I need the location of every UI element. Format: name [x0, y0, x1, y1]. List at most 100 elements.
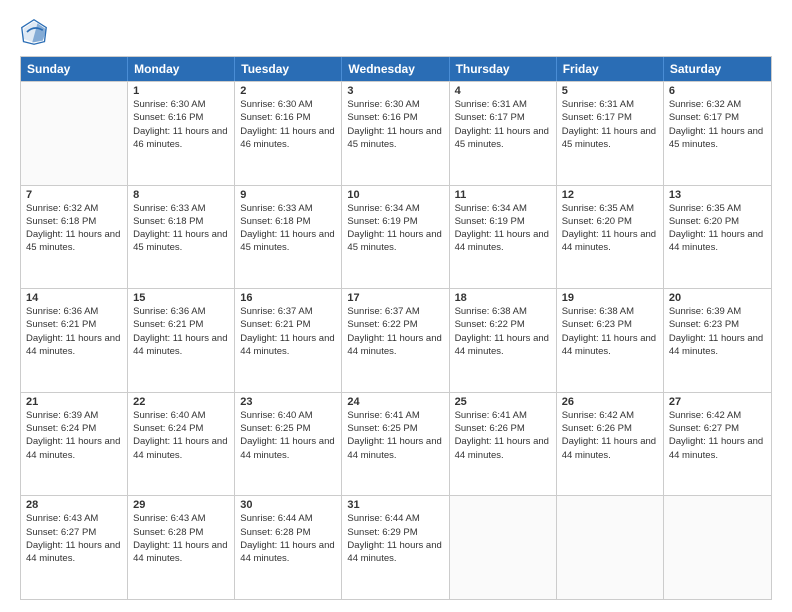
calendar-cell: 16Sunrise: 6:37 AMSunset: 6:21 PMDayligh…	[235, 289, 342, 392]
calendar-cell: 15Sunrise: 6:36 AMSunset: 6:21 PMDayligh…	[128, 289, 235, 392]
day-number: 12	[562, 189, 658, 201]
cell-info: Sunrise: 6:44 AMSunset: 6:28 PMDaylight:…	[240, 512, 336, 565]
calendar-cell: 17Sunrise: 6:37 AMSunset: 6:22 PMDayligh…	[342, 289, 449, 392]
cell-info: Sunrise: 6:31 AMSunset: 6:17 PMDaylight:…	[562, 98, 658, 151]
cell-info: Sunrise: 6:30 AMSunset: 6:16 PMDaylight:…	[240, 98, 336, 151]
calendar-cell: 1Sunrise: 6:30 AMSunset: 6:16 PMDaylight…	[128, 82, 235, 185]
calendar-row-2: 14Sunrise: 6:36 AMSunset: 6:21 PMDayligh…	[21, 288, 771, 392]
calendar-cell: 8Sunrise: 6:33 AMSunset: 6:18 PMDaylight…	[128, 186, 235, 289]
cell-info: Sunrise: 6:38 AMSunset: 6:22 PMDaylight:…	[455, 305, 551, 358]
calendar-row-4: 28Sunrise: 6:43 AMSunset: 6:27 PMDayligh…	[21, 495, 771, 599]
day-number: 15	[133, 292, 229, 304]
cell-info: Sunrise: 6:34 AMSunset: 6:19 PMDaylight:…	[455, 202, 551, 255]
day-of-week-monday: Monday	[128, 57, 235, 81]
day-number: 24	[347, 396, 443, 408]
calendar-cell: 6Sunrise: 6:32 AMSunset: 6:17 PMDaylight…	[664, 82, 771, 185]
day-number: 23	[240, 396, 336, 408]
cell-info: Sunrise: 6:41 AMSunset: 6:25 PMDaylight:…	[347, 409, 443, 462]
cell-info: Sunrise: 6:33 AMSunset: 6:18 PMDaylight:…	[133, 202, 229, 255]
calendar-cell: 3Sunrise: 6:30 AMSunset: 6:16 PMDaylight…	[342, 82, 449, 185]
calendar-cell: 10Sunrise: 6:34 AMSunset: 6:19 PMDayligh…	[342, 186, 449, 289]
cell-info: Sunrise: 6:35 AMSunset: 6:20 PMDaylight:…	[669, 202, 766, 255]
cell-info: Sunrise: 6:40 AMSunset: 6:25 PMDaylight:…	[240, 409, 336, 462]
day-number: 30	[240, 499, 336, 511]
calendar-cell: 21Sunrise: 6:39 AMSunset: 6:24 PMDayligh…	[21, 393, 128, 496]
cell-info: Sunrise: 6:37 AMSunset: 6:22 PMDaylight:…	[347, 305, 443, 358]
calendar-cell: 22Sunrise: 6:40 AMSunset: 6:24 PMDayligh…	[128, 393, 235, 496]
day-number: 14	[26, 292, 122, 304]
calendar-cell	[664, 496, 771, 599]
day-of-week-saturday: Saturday	[664, 57, 771, 81]
day-number: 28	[26, 499, 122, 511]
cell-info: Sunrise: 6:42 AMSunset: 6:26 PMDaylight:…	[562, 409, 658, 462]
calendar-row-3: 21Sunrise: 6:39 AMSunset: 6:24 PMDayligh…	[21, 392, 771, 496]
day-number: 1	[133, 85, 229, 97]
calendar-cell: 20Sunrise: 6:39 AMSunset: 6:23 PMDayligh…	[664, 289, 771, 392]
calendar-cell: 7Sunrise: 6:32 AMSunset: 6:18 PMDaylight…	[21, 186, 128, 289]
cell-info: Sunrise: 6:43 AMSunset: 6:28 PMDaylight:…	[133, 512, 229, 565]
calendar-header: SundayMondayTuesdayWednesdayThursdayFrid…	[21, 57, 771, 81]
day-number: 31	[347, 499, 443, 511]
calendar-cell: 27Sunrise: 6:42 AMSunset: 6:27 PMDayligh…	[664, 393, 771, 496]
day-number: 19	[562, 292, 658, 304]
day-of-week-sunday: Sunday	[21, 57, 128, 81]
calendar-cell	[450, 496, 557, 599]
cell-info: Sunrise: 6:32 AMSunset: 6:17 PMDaylight:…	[669, 98, 766, 151]
page: SundayMondayTuesdayWednesdayThursdayFrid…	[0, 0, 792, 612]
calendar-cell: 18Sunrise: 6:38 AMSunset: 6:22 PMDayligh…	[450, 289, 557, 392]
cell-info: Sunrise: 6:37 AMSunset: 6:21 PMDaylight:…	[240, 305, 336, 358]
day-number: 26	[562, 396, 658, 408]
calendar: SundayMondayTuesdayWednesdayThursdayFrid…	[20, 56, 772, 600]
day-number: 22	[133, 396, 229, 408]
calendar-cell: 5Sunrise: 6:31 AMSunset: 6:17 PMDaylight…	[557, 82, 664, 185]
day-number: 9	[240, 189, 336, 201]
calendar-cell: 4Sunrise: 6:31 AMSunset: 6:17 PMDaylight…	[450, 82, 557, 185]
calendar-cell	[21, 82, 128, 185]
calendar-cell: 13Sunrise: 6:35 AMSunset: 6:20 PMDayligh…	[664, 186, 771, 289]
day-of-week-thursday: Thursday	[450, 57, 557, 81]
cell-info: Sunrise: 6:41 AMSunset: 6:26 PMDaylight:…	[455, 409, 551, 462]
day-number: 2	[240, 85, 336, 97]
logo	[20, 18, 52, 46]
cell-info: Sunrise: 6:34 AMSunset: 6:19 PMDaylight:…	[347, 202, 443, 255]
calendar-row-1: 7Sunrise: 6:32 AMSunset: 6:18 PMDaylight…	[21, 185, 771, 289]
cell-info: Sunrise: 6:31 AMSunset: 6:17 PMDaylight:…	[455, 98, 551, 151]
day-number: 20	[669, 292, 766, 304]
day-number: 29	[133, 499, 229, 511]
calendar-body: 1 Sunrise: 6:30 AMSunset: 6:16 PMDaylight…	[21, 81, 771, 599]
header	[20, 18, 772, 46]
logo-icon	[20, 18, 48, 46]
cell-info: Sunrise: 6:39 AMSunset: 6:23 PMDaylight:…	[669, 305, 766, 358]
day-number: 13	[669, 189, 766, 201]
calendar-cell: 23Sunrise: 6:40 AMSunset: 6:25 PMDayligh…	[235, 393, 342, 496]
cell-info: Sunrise: 6:44 AMSunset: 6:29 PMDaylight:…	[347, 512, 443, 565]
cell-info: Sunrise: 6:39 AMSunset: 6:24 PMDaylight:…	[26, 409, 122, 462]
day-number: 8	[133, 189, 229, 201]
cell-info: Sunrise: 6:32 AMSunset: 6:18 PMDaylight:…	[26, 202, 122, 255]
calendar-cell: 24Sunrise: 6:41 AMSunset: 6:25 PMDayligh…	[342, 393, 449, 496]
cell-info: Sunrise: 6:36 AMSunset: 6:21 PMDaylight:…	[133, 305, 229, 358]
calendar-cell: 28Sunrise: 6:43 AMSunset: 6:27 PMDayligh…	[21, 496, 128, 599]
day-number: 7	[26, 189, 122, 201]
day-number: 27	[669, 396, 766, 408]
cell-info: Sunrise: 6:43 AMSunset: 6:27 PMDaylight:…	[26, 512, 122, 565]
day-number: 17	[347, 292, 443, 304]
calendar-cell: 14Sunrise: 6:36 AMSunset: 6:21 PMDayligh…	[21, 289, 128, 392]
calendar-cell: 9Sunrise: 6:33 AMSunset: 6:18 PMDaylight…	[235, 186, 342, 289]
day-number: 4	[455, 85, 551, 97]
cell-info: Sunrise: 6:40 AMSunset: 6:24 PMDaylight:…	[133, 409, 229, 462]
calendar-cell: 19Sunrise: 6:38 AMSunset: 6:23 PMDayligh…	[557, 289, 664, 392]
cell-info: Sunrise: 6:38 AMSunset: 6:23 PMDaylight:…	[562, 305, 658, 358]
calendar-cell: 29Sunrise: 6:43 AMSunset: 6:28 PMDayligh…	[128, 496, 235, 599]
day-number: 25	[455, 396, 551, 408]
day-of-week-wednesday: Wednesday	[342, 57, 449, 81]
cell-info: Sunrise: 6:30 AMSunset: 6:16 PMDaylight:…	[347, 98, 443, 151]
day-number: 11	[455, 189, 551, 201]
calendar-cell: 30Sunrise: 6:44 AMSunset: 6:28 PMDayligh…	[235, 496, 342, 599]
cell-info: Sunrise: 6:35 AMSunset: 6:20 PMDaylight:…	[562, 202, 658, 255]
cell-info: Sunrise: 6:36 AMSunset: 6:21 PMDaylight:…	[26, 305, 122, 358]
calendar-cell: 25Sunrise: 6:41 AMSunset: 6:26 PMDayligh…	[450, 393, 557, 496]
day-number: 18	[455, 292, 551, 304]
day-number: 16	[240, 292, 336, 304]
calendar-cell: 11Sunrise: 6:34 AMSunset: 6:19 PMDayligh…	[450, 186, 557, 289]
